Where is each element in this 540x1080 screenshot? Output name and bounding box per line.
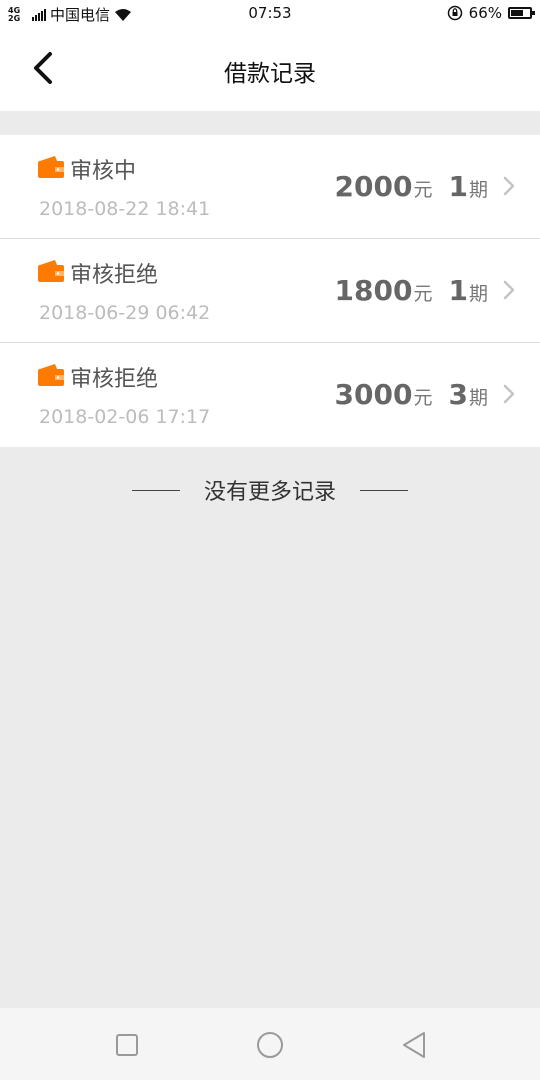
record-amount: 3000 bbox=[334, 378, 413, 411]
amount-unit: 元 bbox=[413, 387, 433, 409]
chevron-right-icon bbox=[503, 176, 515, 196]
record-periods: 3 bbox=[448, 378, 468, 411]
loan-record-row[interactable]: 审核拒绝 2018-02-06 17:17 3000 元 3 期 bbox=[0, 343, 540, 447]
home-button[interactable] bbox=[255, 1030, 285, 1060]
record-periods: 1 bbox=[448, 274, 468, 307]
wallet-icon bbox=[38, 364, 64, 386]
battery-level bbox=[511, 10, 523, 16]
record-amount: 1800 bbox=[334, 274, 413, 307]
record-date: 2018-08-22 18:41 bbox=[39, 198, 211, 220]
record-status: 审核中 bbox=[70, 159, 137, 184]
amount-unit: 元 bbox=[413, 179, 433, 201]
wallet-icon bbox=[38, 156, 64, 178]
record-status: 审核拒绝 bbox=[70, 263, 159, 288]
no-more-records: 没有更多记录 bbox=[0, 474, 540, 506]
period-unit: 期 bbox=[468, 283, 488, 305]
back-nav-button[interactable] bbox=[399, 1030, 429, 1060]
divider-line bbox=[131, 489, 180, 491]
loan-record-list: 审核中 2018-08-22 18:41 2000 元 1 期 审核拒绝 201… bbox=[0, 135, 540, 447]
record-date: 2018-02-06 17:17 bbox=[39, 406, 211, 428]
status-bar: 4G 2G 中国电信 07:53 66% bbox=[0, 0, 540, 28]
system-navigation-bar bbox=[0, 1008, 540, 1080]
battery-percent: 66% bbox=[468, 4, 502, 22]
record-status: 审核拒绝 bbox=[70, 367, 159, 392]
rotation-lock-icon bbox=[447, 5, 462, 21]
recent-apps-button[interactable] bbox=[112, 1030, 142, 1060]
page-title: 借款记录 bbox=[224, 61, 316, 87]
no-more-records-label: 没有更多记录 bbox=[203, 480, 336, 505]
record-date: 2018-06-29 06:42 bbox=[39, 302, 211, 324]
record-amount: 2000 bbox=[334, 170, 413, 203]
wallet-icon bbox=[38, 260, 64, 282]
period-unit: 期 bbox=[468, 179, 488, 201]
divider-line bbox=[360, 489, 408, 491]
header: 借款记录 bbox=[0, 28, 540, 111]
chevron-right-icon bbox=[503, 384, 515, 404]
loan-record-row[interactable]: 审核拒绝 2018-06-29 06:42 1800 元 1 期 bbox=[0, 239, 540, 343]
period-unit: 期 bbox=[468, 387, 488, 409]
battery-icon bbox=[508, 7, 535, 19]
chevron-right-icon bbox=[503, 280, 515, 300]
loan-record-row[interactable]: 审核中 2018-08-22 18:41 2000 元 1 期 bbox=[0, 135, 540, 239]
record-periods: 1 bbox=[448, 170, 468, 203]
amount-unit: 元 bbox=[413, 283, 433, 305]
